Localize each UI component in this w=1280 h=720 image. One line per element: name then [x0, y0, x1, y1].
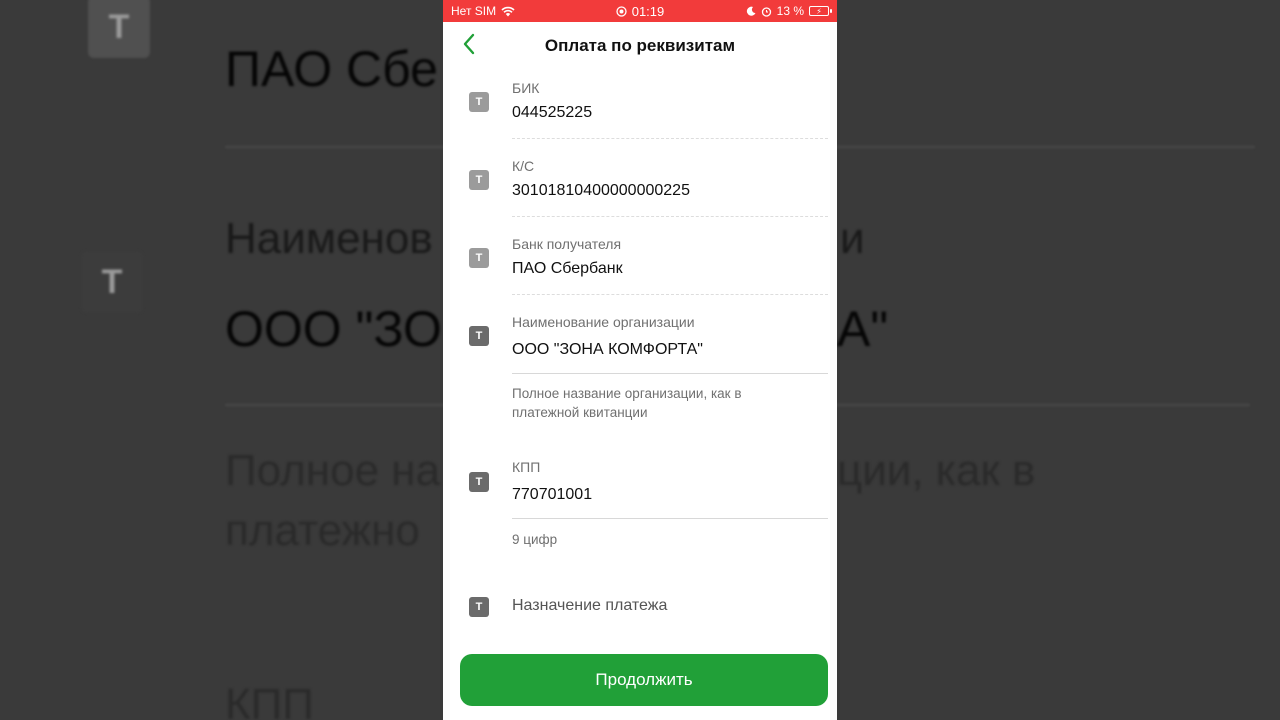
field-label: КПП	[512, 459, 541, 475]
field-label: БИК	[512, 80, 540, 96]
bg-text: КПП	[225, 680, 314, 720]
clock: 01:19	[631, 3, 665, 19]
bg-text: платежно	[225, 506, 420, 555]
back-button[interactable]	[457, 32, 481, 56]
moon-icon	[746, 6, 756, 16]
field-underline	[512, 294, 828, 295]
bg-text: и	[840, 214, 865, 263]
text-field-icon: Т	[469, 248, 489, 268]
wifi-icon	[501, 6, 515, 16]
battery-icon: ⚡	[809, 6, 832, 16]
text-field-icon: Т	[469, 92, 489, 112]
text-field-icon: Т	[469, 170, 489, 190]
continue-button[interactable]: Продолжить	[460, 654, 828, 706]
bg-text: ООО "ЗО	[225, 301, 442, 357]
field-label: Банк получателя	[512, 236, 622, 252]
field-underline	[512, 138, 828, 139]
screen-record-icon	[616, 5, 627, 17]
bg-text: ПАО Сбе	[225, 41, 438, 97]
bg-text-field-icon: Т	[88, 0, 150, 58]
field-hint: 9 цифр	[512, 532, 558, 547]
field-label: Наименование организации	[512, 314, 695, 330]
field-placeholder: Назначение платежа	[512, 597, 668, 614]
field-value: 770701001	[512, 486, 593, 503]
field-value: 30101810400000000225	[512, 182, 690, 199]
text-field-icon: Т	[469, 472, 489, 492]
text-field-icon: Т	[469, 326, 489, 346]
field-value: 044525225	[512, 104, 593, 121]
status-bar: Нет SIM 01:19 13 % ⚡	[443, 0, 837, 22]
field-underline	[512, 518, 828, 519]
nav-bar: Оплата по реквизитам	[443, 22, 837, 70]
bg-text: Полное на	[225, 446, 441, 495]
carrier-label: Нет SIM	[451, 4, 497, 18]
page-title: Оплата по реквизитам	[544, 36, 736, 55]
field-hint: Полное название организации, как в плате…	[512, 386, 742, 420]
text-field-icon: Т	[469, 597, 489, 617]
field-label: К/С	[512, 158, 535, 174]
bg-text-field-icon: Т	[81, 251, 143, 313]
bg-text: А"	[837, 301, 889, 357]
chevron-left-icon	[463, 33, 475, 55]
alarm-icon	[761, 6, 771, 17]
battery-percent: 13 %	[776, 4, 804, 18]
field-underline	[512, 216, 828, 217]
field-underline	[512, 373, 828, 374]
field-value: ООО "ЗОНА КОМФОРТА"	[512, 341, 703, 358]
phone-screen: Нет SIM 01:19 13 % ⚡ Оплата по реквизита…	[443, 0, 837, 720]
bg-text: Наименов	[225, 214, 433, 263]
bg-text: ции, как в	[837, 446, 1036, 495]
field-value: ПАО Сбербанк	[512, 260, 623, 277]
